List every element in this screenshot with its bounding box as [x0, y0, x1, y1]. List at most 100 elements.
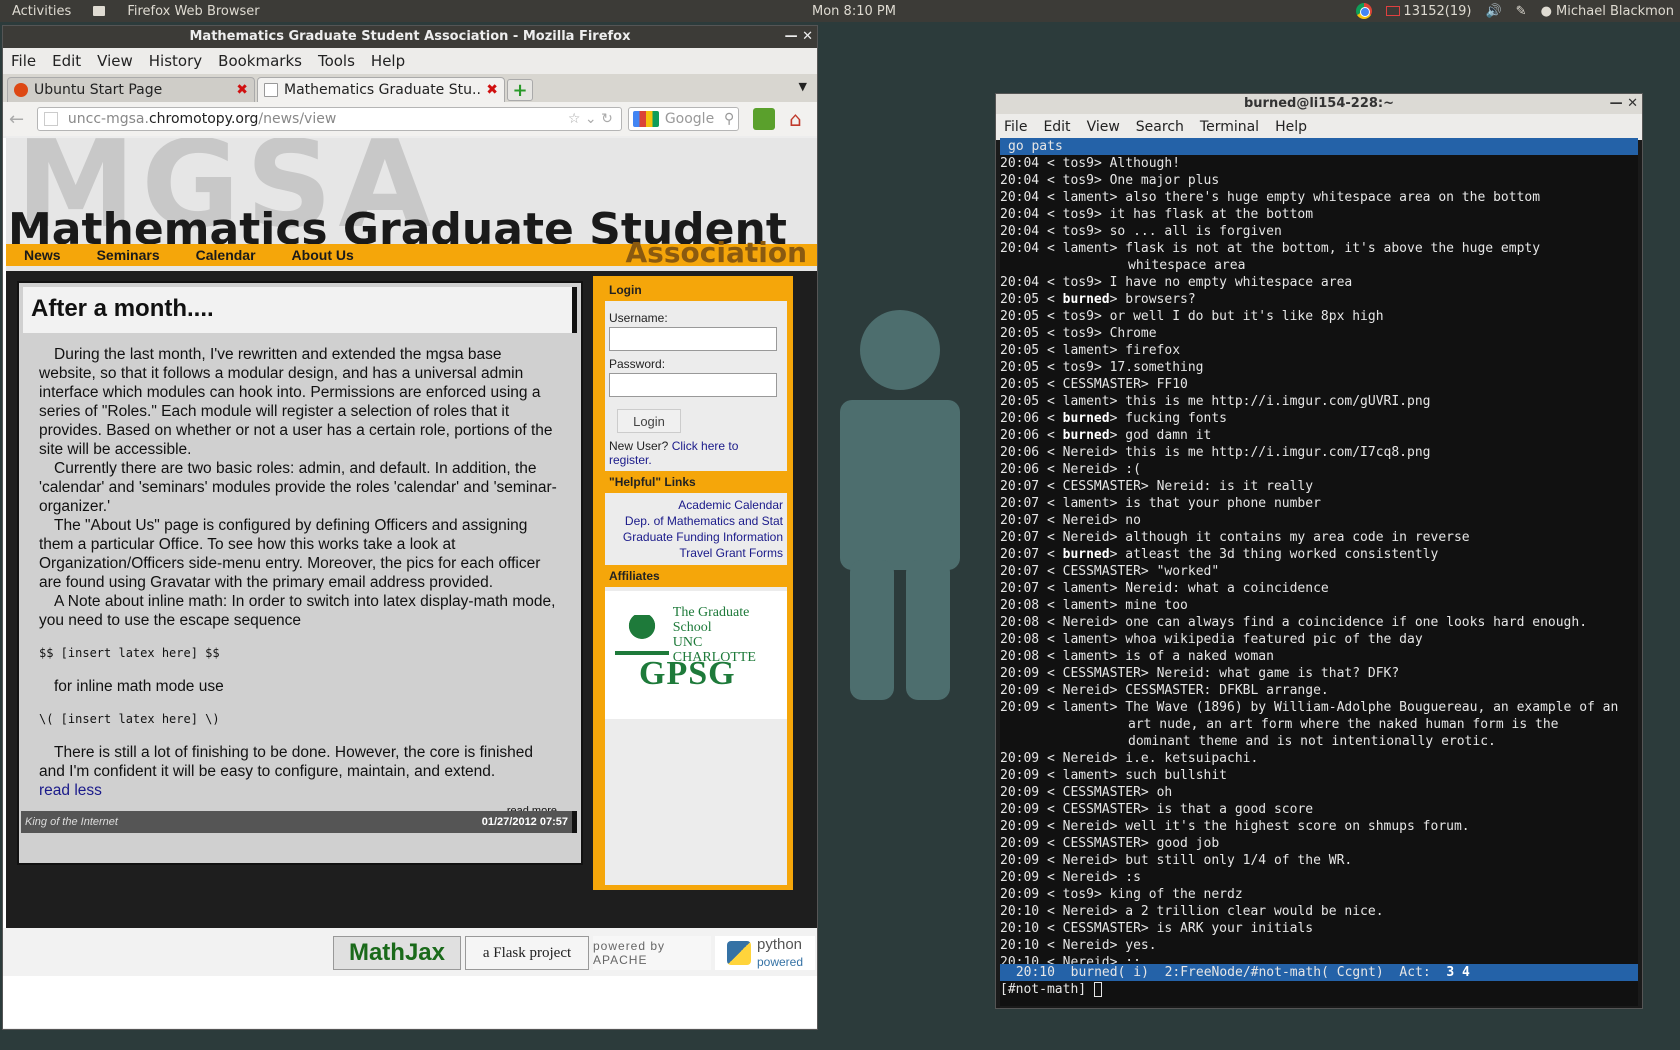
menu-tools[interactable]: Tools — [310, 52, 363, 70]
page-content: MGSA Mathematics Graduate Student News S… — [3, 138, 817, 1028]
chat-nick: CESSMASTER — [1062, 479, 1141, 494]
term-menu-search[interactable]: Search — [1128, 119, 1192, 135]
chat-message: one can always find a coincidence if one… — [1125, 615, 1588, 630]
chat-nick: lament — [1062, 649, 1110, 664]
chat-nick: CESSMASTER — [1062, 564, 1141, 579]
tab-label: Mathematics Graduate Stu... — [284, 82, 483, 98]
python-badge[interactable]: python powered — [715, 936, 815, 970]
url-bar[interactable]: uncc-mgsa. chromotopy.org/news/view ☆ ⌄ ↻ — [36, 107, 622, 131]
chat-message: but still only 1/4 of the WR. — [1125, 853, 1353, 868]
nav-news[interactable]: News — [24, 247, 61, 263]
term-menu-file[interactable]: File — [996, 119, 1035, 135]
link-travel-grant[interactable]: Travel Grant Forms — [609, 545, 783, 561]
menu-edit[interactable]: Edit — [44, 52, 89, 70]
flask-badge[interactable]: a Flask project — [465, 936, 589, 970]
navigation-bar: ← uncc-mgsa. chromotopy.org/news/view ☆ ⌄… — [3, 102, 817, 136]
chat-nick: Nereid — [1062, 530, 1110, 545]
irssi-input-line[interactable]: [#not-math] — [1000, 981, 1638, 998]
login-button[interactable]: Login — [617, 409, 681, 433]
window-title: Mathematics Graduate Student Association… — [189, 29, 631, 44]
chat-timestamp: 20:09 — [1000, 802, 1040, 817]
search-icon[interactable]: ⚲ — [724, 111, 734, 127]
menu-history[interactable]: History — [141, 52, 210, 70]
volume-icon[interactable]: 🔊 — [1485, 4, 1501, 19]
article-date: 01/27/2012 07:57 — [481, 816, 568, 828]
gpsg-logo[interactable]: GPSG — [639, 655, 736, 693]
chat-line: 20:06 < Nereid> :( — [1000, 462, 1141, 477]
bookmark-star-icon[interactable]: ☆ ⌄ ↻ — [568, 111, 613, 127]
chat-message: One major plus — [1109, 173, 1220, 188]
site-identity-icon[interactable] — [43, 112, 58, 126]
chat-line: 20:05 < lament> this is me http://i.imgu… — [1000, 394, 1431, 409]
term-menu-view[interactable]: View — [1079, 119, 1128, 135]
term-menu-terminal[interactable]: Terminal — [1192, 119, 1267, 135]
app-menu[interactable]: Firefox Web Browser — [115, 4, 271, 19]
window-controls[interactable]: — ✕ — [1610, 94, 1638, 114]
close-tab-icon[interactable]: ✖ — [236, 82, 248, 98]
chat-timestamp: 20:09 — [1000, 887, 1040, 902]
chat-message: :( — [1125, 462, 1141, 477]
tab-list-chevron-icon[interactable]: ▼ — [799, 80, 807, 93]
link-academic-calendar[interactable]: Academic Calendar — [609, 497, 783, 513]
read-less-link[interactable]: read less — [39, 782, 102, 799]
terminal-screen[interactable]: go pats 20:04 < tos9> Although! 20:04 < t… — [1000, 138, 1638, 1006]
terminal-menubar: File Edit View Search Terminal Help — [996, 114, 1642, 140]
chat-nick: CESSMASTER — [1062, 377, 1141, 392]
python-icon — [726, 941, 751, 965]
back-arrow-icon[interactable]: ← — [9, 109, 31, 130]
term-menu-help[interactable]: Help — [1267, 119, 1315, 135]
clock[interactable]: Mon 8:10 PM — [800, 4, 908, 19]
menu-view[interactable]: View — [89, 52, 141, 70]
new-tab-button[interactable]: + — [507, 79, 533, 101]
chat-line: 20:09 < Nereid> :s — [1000, 870, 1141, 885]
tab-ubuntu-start[interactable]: Ubuntu Start Page ✖ — [7, 77, 255, 102]
apache-text: powered by APACHE — [593, 939, 666, 967]
chat-message: no — [1125, 513, 1141, 528]
sidebar: Login Username: Password: Login New User… — [593, 276, 793, 890]
menu-bookmarks[interactable]: Bookmarks — [210, 52, 310, 70]
link-dep-math[interactable]: Dep. of Mathematics and Stat — [609, 513, 783, 529]
chat-message: CESSMASTER: DFKBL arrange. — [1125, 683, 1329, 698]
chat-message: or well I do but it's like 8px high — [1109, 309, 1384, 324]
home-icon[interactable]: ⌂ — [789, 108, 811, 130]
chat-line: 20:10 < Nereid> yes. — [1000, 938, 1157, 953]
firefox-titlebar[interactable]: Mathematics Graduate Student Association… — [3, 26, 817, 48]
term-menu-edit[interactable]: Edit — [1035, 119, 1078, 135]
password-field[interactable] — [609, 373, 777, 397]
nav-calendar[interactable]: Calendar — [196, 247, 256, 263]
mathjax-badge[interactable]: MathJax — [333, 936, 461, 970]
search-bar[interactable]: Google ⚲ — [627, 107, 740, 131]
close-tab-icon[interactable]: ✖ — [486, 82, 498, 98]
link-graduate-funding[interactable]: Graduate Funding Information — [609, 529, 783, 545]
user-menu[interactable]: ● Michael Blackmon — [1541, 4, 1674, 19]
chat-line: 20:09 < CESSMASTER> is that a good score — [1000, 802, 1314, 817]
tab-mgsa[interactable]: Mathematics Graduate Stu... ✖ — [257, 77, 505, 102]
chrome-icon[interactable] — [1356, 3, 1373, 19]
download-icon[interactable] — [753, 108, 776, 130]
google-icon[interactable] — [632, 111, 659, 127]
mail-indicator[interactable]: 13152(19) — [1386, 4, 1471, 19]
chat-message: this is me http://i.imgur.com/I7cq8.png — [1125, 445, 1431, 460]
chat-line: 20:05 < tos9> or well I do but it's like… — [1000, 309, 1384, 324]
terminal-titlebar[interactable]: burned@li154-228:~ — ✕ — [996, 94, 1642, 114]
chat-message: such bullshit — [1125, 768, 1227, 783]
folder-icon[interactable] — [93, 6, 106, 16]
chat-timestamp: 20:06 — [1000, 462, 1040, 477]
menu-help[interactable]: Help — [363, 52, 413, 70]
username-field[interactable] — [609, 327, 777, 351]
activities-button[interactable]: Activities — [0, 4, 83, 19]
nav-seminars[interactable]: Seminars — [97, 247, 160, 263]
python-text: python — [756, 936, 803, 953]
ubuntu-icon — [14, 83, 28, 97]
nav-about-us[interactable]: About Us — [292, 247, 354, 263]
chat-message-continuation: whitespace area — [1128, 258, 1246, 273]
chat-nick: lament — [1062, 190, 1110, 205]
window-controls[interactable]: — ✕ — [785, 26, 813, 48]
menu-file[interactable]: File — [3, 52, 44, 70]
chat-message: Nereid: is it really — [1156, 479, 1314, 494]
pen-icon[interactable]: ✎ — [1516, 4, 1527, 19]
chat-timestamp: 20:04 — [1000, 224, 1040, 239]
apache-badge[interactable]: powered by APACHE — [593, 936, 711, 970]
tab-label: Ubuntu Start Page — [34, 82, 163, 98]
chat-line: 20:04 < tos9> I have no empty whitespace… — [1000, 275, 1353, 290]
